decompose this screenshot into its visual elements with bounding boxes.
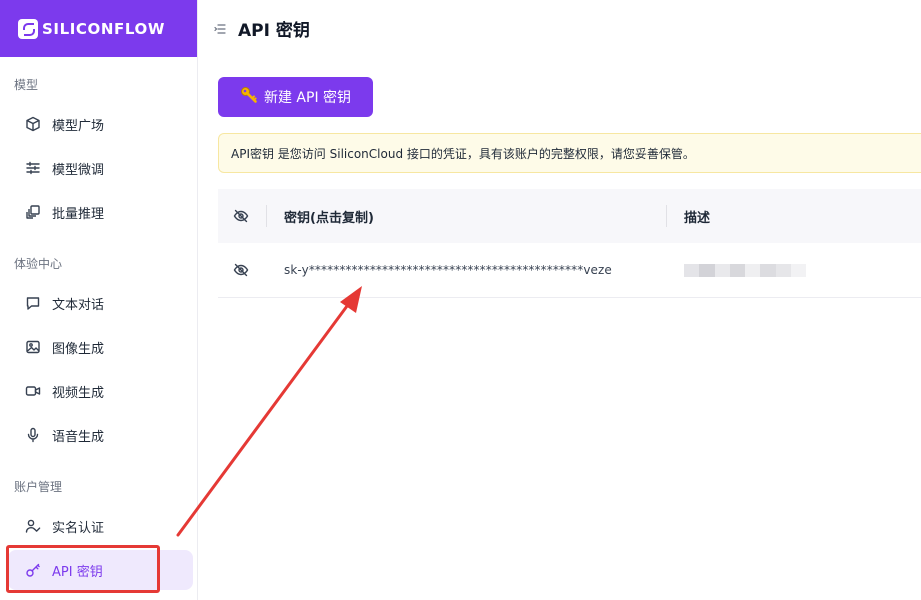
sidebar: SILICONFLOW 模型 模型广场 模型微调 批量推理 体验中心 文本对话 … <box>0 0 198 600</box>
sidebar-item-model-square[interactable]: 模型广场 <box>8 104 193 144</box>
new-api-key-label: 新建 API 密钥 <box>263 90 352 106</box>
main-content: API 密钥 新建 API 密钥 API密钥 是您访问 SiliconCloud… <box>198 0 921 600</box>
sidebar-item-label: API 密钥 <box>52 564 103 580</box>
brand-name: SILICONFLOW <box>42 19 166 38</box>
notice-banner: API密钥 是您访问 SiliconCloud 接口的凭证，具有该账户的完整权限… <box>218 133 921 173</box>
sidebar-item-speech-generation[interactable]: 语音生成 <box>8 415 193 455</box>
sidebar-item-api-keys[interactable]: API 密钥 <box>8 550 193 590</box>
column-header-description: 描述 <box>684 210 711 226</box>
blurred-description <box>684 264 806 277</box>
section-label-models: 模型 <box>14 78 39 92</box>
sidebar-item-label: 语音生成 <box>52 429 105 445</box>
sidebar-item-label: 视频生成 <box>52 385 105 401</box>
api-key-table: 密钥(点击复制) 描述 sk-y************************… <box>218 189 921 298</box>
sidebar-item-label: 批量推理 <box>52 206 105 222</box>
sidebar-item-model-finetune[interactable]: 模型微调 <box>8 148 193 188</box>
logo-icon <box>18 18 38 39</box>
section-label-playground: 体验中心 <box>14 257 63 271</box>
chat-bubble-icon <box>24 294 42 312</box>
eye-off-icon[interactable] <box>232 261 250 279</box>
column-divider <box>266 205 267 227</box>
sidebar-item-label: 实名认证 <box>52 520 105 536</box>
sidebar-item-video-generation[interactable]: 视频生成 <box>8 371 193 411</box>
table-header: 密钥(点击复制) 描述 <box>218 189 921 243</box>
notice-text: API密钥 是您访问 SiliconCloud 接口的凭证，具有该账户的完整权限… <box>231 146 695 161</box>
sidebar-item-label: 模型广场 <box>52 118 105 134</box>
page-title: API 密钥 <box>238 21 310 41</box>
sidebar-item-identity-verification[interactable]: 实名认证 <box>8 506 193 546</box>
top-bar: API 密钥 <box>198 0 921 57</box>
key-icon <box>24 561 42 579</box>
table-row: sk-y************************************… <box>218 243 921 298</box>
video-camera-icon <box>24 382 42 400</box>
eye-off-icon[interactable] <box>232 207 250 225</box>
new-api-key-button[interactable]: 新建 API 密钥 <box>218 77 373 117</box>
sidebar-item-batch-inference[interactable]: 批量推理 <box>8 192 193 232</box>
api-key-value[interactable]: sk-y************************************… <box>284 263 612 277</box>
brand-logo[interactable]: SILICONFLOW <box>0 0 197 57</box>
sidebar-item-text-chat[interactable]: 文本对话 <box>8 283 193 323</box>
sidebar-item-label: 模型微调 <box>52 162 105 178</box>
collapse-menu-icon[interactable] <box>214 22 228 36</box>
section-label-account: 账户管理 <box>14 480 63 494</box>
sidebar-item-image-generation[interactable]: 图像生成 <box>8 327 193 367</box>
image-icon <box>24 338 42 356</box>
column-divider <box>666 205 667 227</box>
sidebar-item-label: 文本对话 <box>52 297 105 313</box>
column-header-key: 密钥(点击复制) <box>284 210 374 226</box>
sidebar-item-label: 图像生成 <box>52 341 105 357</box>
microphone-icon <box>24 426 42 444</box>
cube-icon <box>24 115 42 133</box>
sliders-icon <box>24 159 42 177</box>
layers-icon <box>24 203 42 221</box>
user-check-icon <box>24 517 42 535</box>
key-emoji-icon <box>240 86 258 108</box>
